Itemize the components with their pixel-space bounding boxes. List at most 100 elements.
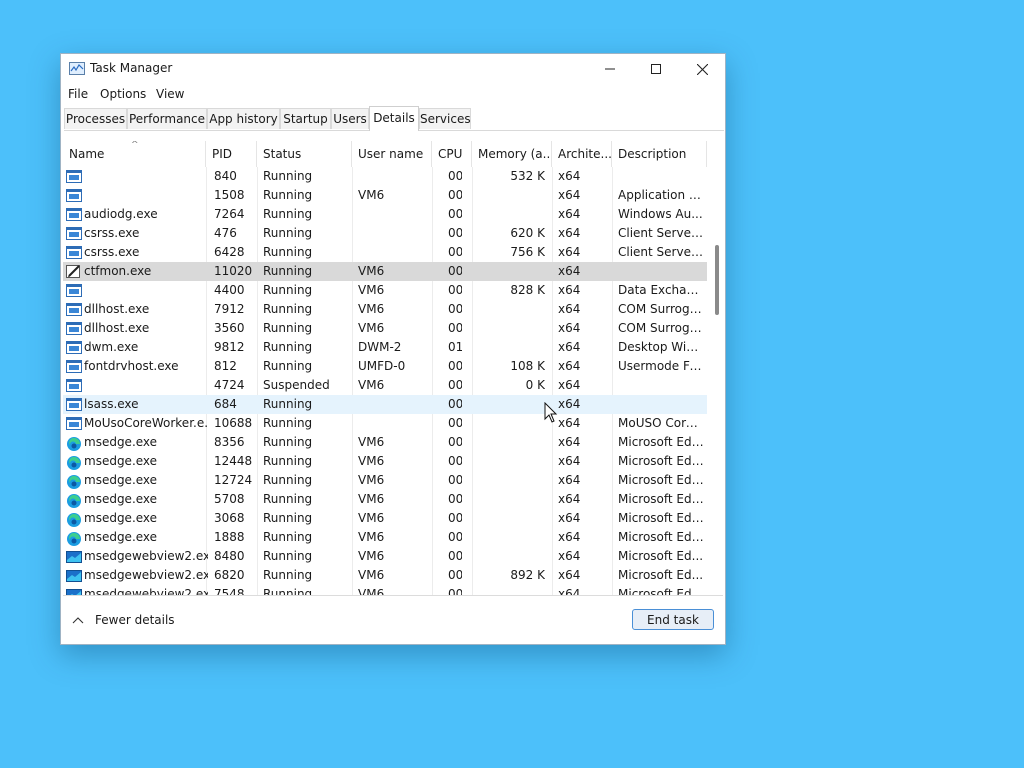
minimize-button[interactable] xyxy=(587,54,633,84)
description-cell: Windows Au... xyxy=(618,207,703,221)
table-row[interactable]: dllhost.exe 3560 Running VM6 00 x64 COM Surrog… xyxy=(63,319,707,338)
process-name-cell xyxy=(84,186,208,205)
process-name-cell: MoUsoCoreWorker.e... xyxy=(84,416,208,430)
user-name-cell: VM6 xyxy=(358,435,385,449)
column-header-pid[interactable]: PID xyxy=(206,141,257,167)
pid-cell: 684 xyxy=(214,397,237,411)
cpu-cell: 00 xyxy=(448,454,462,468)
user-name-cell: VM6 xyxy=(358,568,385,582)
table-row[interactable]: 840 Running 00 532 K x64 xyxy=(63,167,707,186)
status-cell: Running xyxy=(263,359,313,373)
window-icon xyxy=(66,360,82,373)
column-header-memory[interactable]: Memory (a... xyxy=(472,141,552,167)
table-row[interactable]: msedge.exe 1888 Running VM6 00 x64 Microsoft E… xyxy=(63,528,707,547)
tab-app-history[interactable]: App history xyxy=(207,108,280,129)
webview-icon xyxy=(66,569,82,582)
pid-cell: 1508 xyxy=(214,188,245,202)
window-icon xyxy=(66,322,82,335)
tab-processes[interactable]: Processes xyxy=(64,108,127,129)
architecture-cell: x64 xyxy=(558,283,581,297)
table-row[interactable]: msedgewebview2.exe 8480 Running VM6 00 x64 Mic… xyxy=(63,547,707,566)
pid-cell: 4724 xyxy=(214,378,245,392)
table-row[interactable]: dwm.exe 9812 Running DWM-2 01 x64 Desktop Win.… xyxy=(63,338,707,357)
memory-cell xyxy=(475,471,545,490)
tab-services[interactable]: Services xyxy=(419,108,471,129)
menu-view[interactable]: View xyxy=(156,87,184,101)
column-header-description[interactable]: Description xyxy=(612,141,707,167)
cpu-cell: 00 xyxy=(448,245,462,259)
user-name-cell: VM6 xyxy=(358,188,385,202)
column-header-user-name[interactable]: User name xyxy=(352,141,432,167)
process-name-cell xyxy=(84,376,208,395)
status-cell: Running xyxy=(263,169,313,183)
menu-options[interactable]: Options xyxy=(100,87,146,101)
cpu-cell: 01 xyxy=(448,340,462,354)
close-button[interactable] xyxy=(679,54,725,84)
table-row[interactable]: 4400 Running VM6 00 828 K x64 Data Exchang... xyxy=(63,281,707,300)
pid-cell: 476 xyxy=(214,226,237,240)
description-cell xyxy=(618,167,704,186)
end-task-button[interactable]: End task xyxy=(632,609,714,630)
table-row[interactable]: 1508 Running VM6 00 x64 Application F... xyxy=(63,186,707,205)
pid-cell: 6820 xyxy=(214,568,245,582)
table-row[interactable]: 4724 Suspended VM6 00 0 K x64 xyxy=(63,376,707,395)
status-cell: Running xyxy=(263,302,313,316)
status-cell: Running xyxy=(263,226,313,240)
table-row[interactable]: fontdrvhost.exe 812 Running UMFD-0 00 108 K x6… xyxy=(63,357,707,376)
user-name-cell xyxy=(358,224,436,243)
tab-startup[interactable]: Startup xyxy=(280,108,331,129)
table-row[interactable]: msedge.exe 8356 Running VM6 00 x64 Microsoft E… xyxy=(63,433,707,452)
column-header-cpu[interactable]: CPU xyxy=(432,141,472,167)
architecture-cell: x64 xyxy=(558,568,581,582)
description-cell xyxy=(618,395,704,414)
column-header-architecture[interactable]: Archite... xyxy=(552,141,612,167)
cpu-cell: 00 xyxy=(448,359,462,373)
tab-details[interactable]: Details xyxy=(369,106,419,131)
description-cell: Usermode Fo... xyxy=(618,359,704,373)
title-bar[interactable]: Task Manager xyxy=(61,54,725,84)
table-row[interactable]: MoUsoCoreWorker.e... 10688 Running 00 x64 MoU… xyxy=(63,414,707,433)
window-title: Task Manager xyxy=(90,61,173,75)
user-name-cell xyxy=(358,167,436,186)
table-row[interactable]: csrss.exe 476 Running 00 620 K x64 Client Serv… xyxy=(63,224,707,243)
pid-cell: 12448 xyxy=(214,454,253,468)
vertical-scrollbar[interactable] xyxy=(715,245,719,315)
table-row[interactable]: msedge.exe 5708 Running VM6 00 x64 Microsoft E… xyxy=(63,490,707,509)
description-cell xyxy=(618,376,704,395)
memory-cell xyxy=(475,585,545,595)
maximize-button[interactable] xyxy=(633,54,679,84)
table-row[interactable]: dllhost.exe 7912 Running VM6 00 x64 COM Surrog… xyxy=(63,300,707,319)
status-cell: Running xyxy=(263,321,313,335)
cpu-cell: 00 xyxy=(448,416,462,430)
column-header-status[interactable]: Status xyxy=(257,141,352,167)
table-row[interactable]: csrss.exe 6428 Running 00 756 K x64 Client Ser… xyxy=(63,243,707,262)
window-icon xyxy=(66,246,82,259)
pid-cell: 3068 xyxy=(214,511,245,525)
column-header-name[interactable]: Name ^ xyxy=(63,141,206,167)
cpu-cell: 00 xyxy=(448,568,462,582)
table-row[interactable]: audiodg.exe 7264 Running 00 x64 Windows Au... xyxy=(63,205,707,224)
table-row[interactable]: msedge.exe 12448 Running VM6 00 x64 Microsoft … xyxy=(63,452,707,471)
memory-cell: 892 K xyxy=(510,568,545,582)
tab-performance[interactable]: Performance xyxy=(127,108,207,129)
user-name-cell: DWM-2 xyxy=(358,340,402,354)
memory-cell: 828 K xyxy=(510,283,545,297)
table-row[interactable]: ctfmon.exe 11020 Running VM6 00 x64 xyxy=(63,262,707,281)
table-row[interactable]: msedge.exe 12724 Running VM6 00 x64 Microsoft … xyxy=(63,471,707,490)
user-name-cell xyxy=(358,243,436,262)
fewer-details-button[interactable]: Fewer details xyxy=(71,613,175,627)
architecture-cell: x64 xyxy=(558,264,581,278)
table-row[interactable]: lsass.exe 684 Running 00 x64 xyxy=(63,395,707,414)
table-row[interactable]: msedgewebview2.exe 6820 Running VM6 00 892 K x… xyxy=(63,566,707,585)
minimize-icon xyxy=(605,68,615,70)
cpu-cell: 00 xyxy=(448,283,462,297)
fewer-details-label: Fewer details xyxy=(95,613,175,627)
table-row[interactable]: msedgewebview2.exe 7548 Running VM6 00 x64 Mic… xyxy=(63,585,707,595)
description-cell xyxy=(618,262,704,281)
tab-users[interactable]: Users xyxy=(331,108,369,129)
memory-cell: 0 K xyxy=(525,378,545,392)
status-cell: Running xyxy=(263,188,313,202)
table-row[interactable]: msedge.exe 3068 Running VM6 00 x64 Microsoft E… xyxy=(63,509,707,528)
user-name-cell xyxy=(358,205,436,224)
menu-file[interactable]: File xyxy=(68,87,88,101)
